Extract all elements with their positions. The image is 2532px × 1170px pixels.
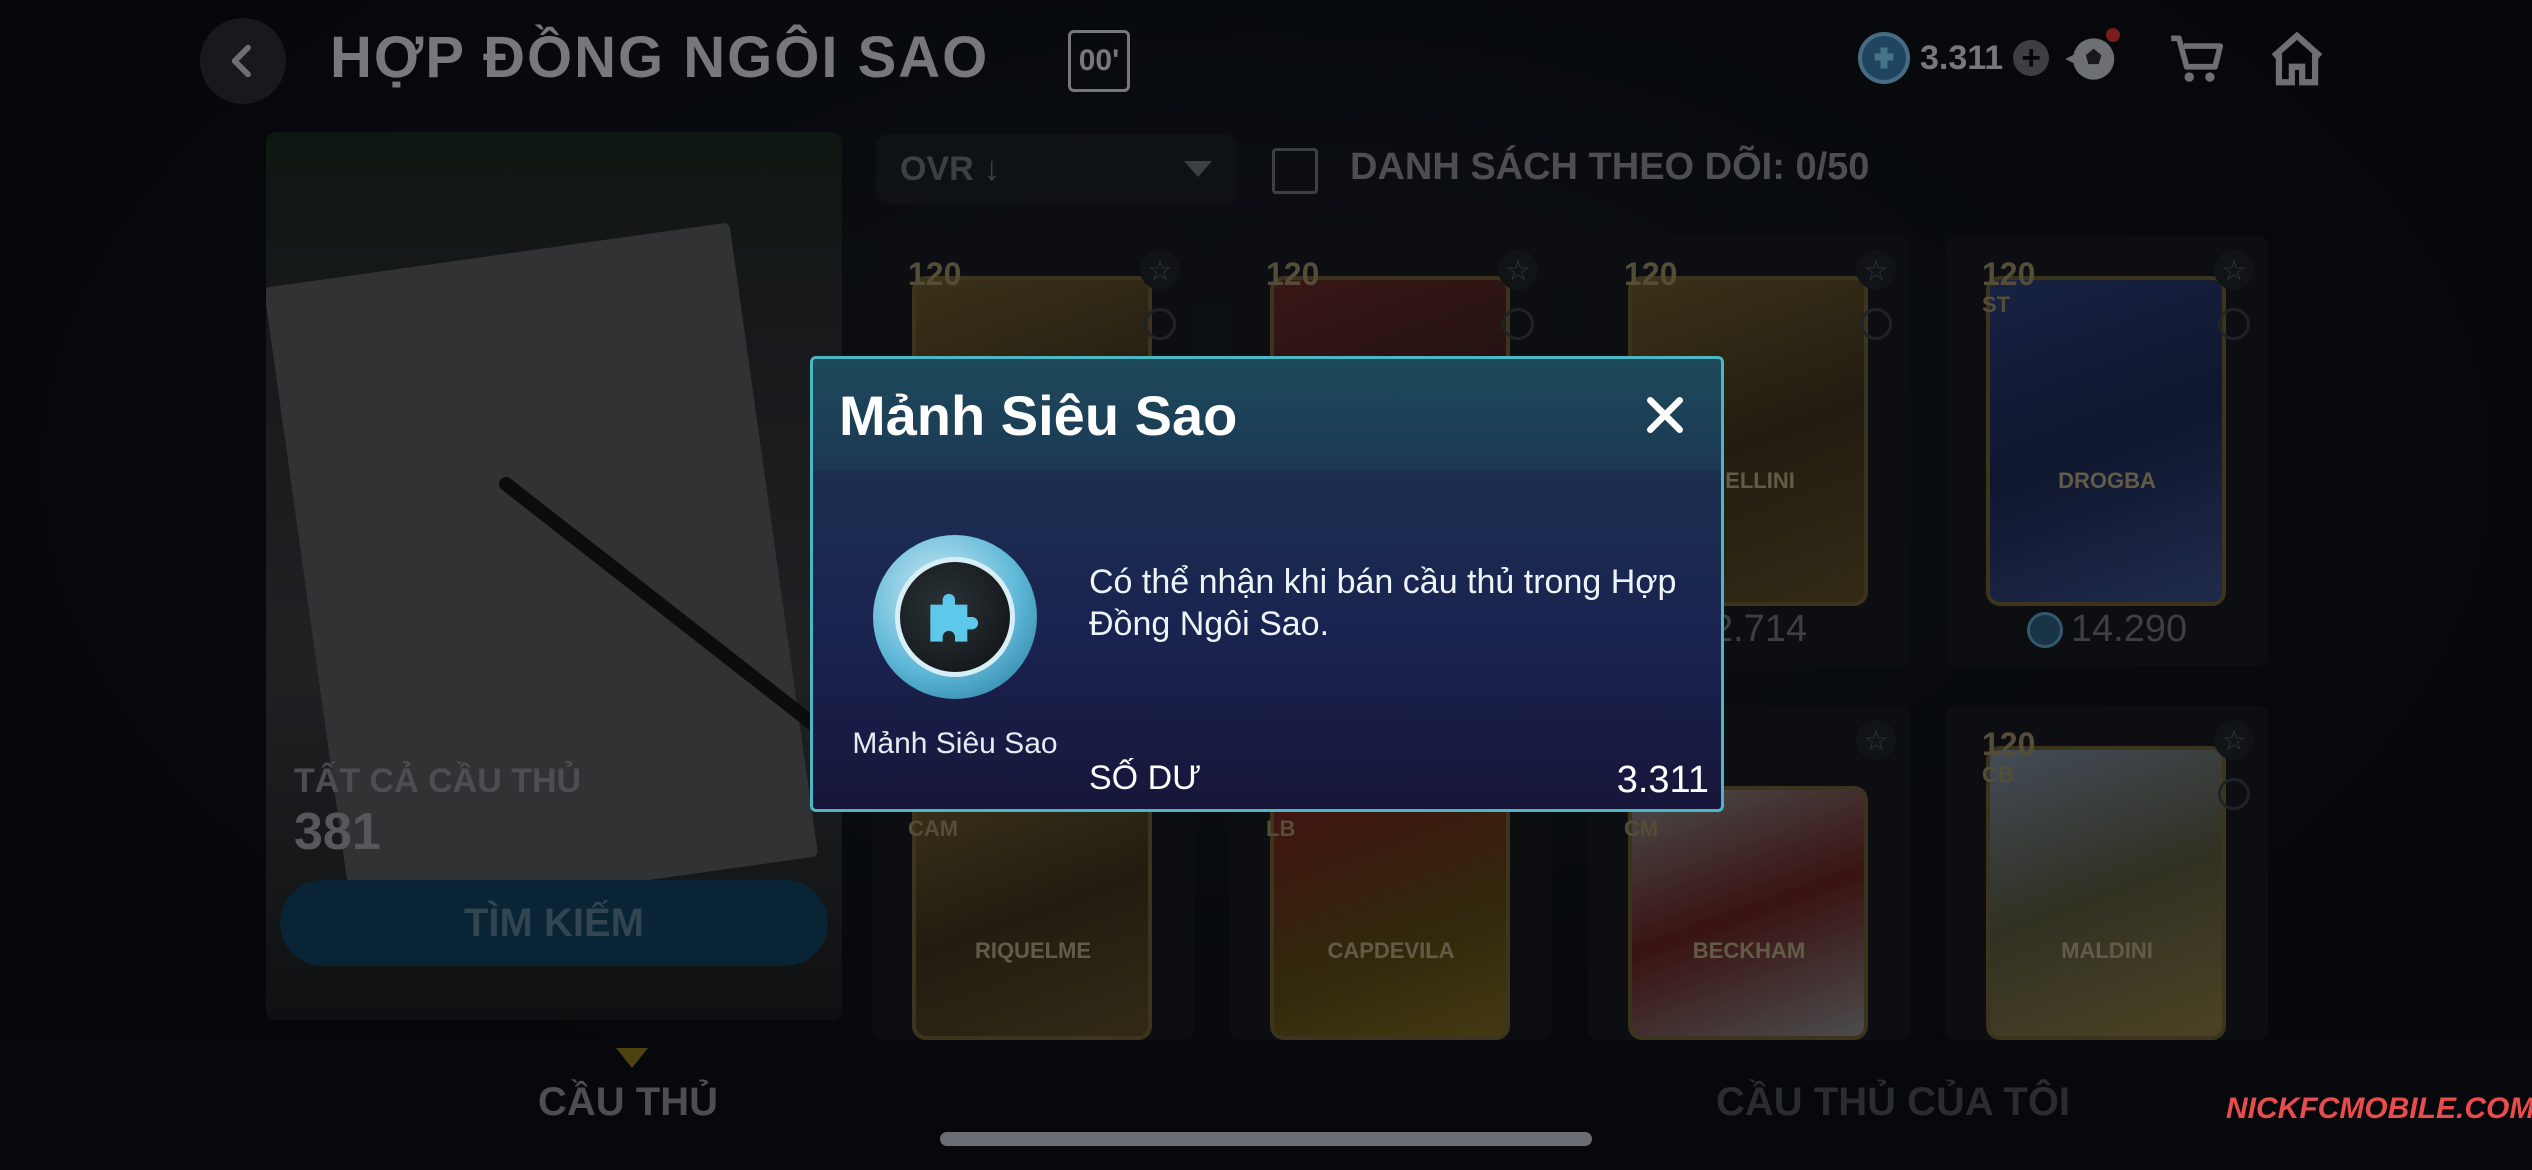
home-indicator[interactable]	[940, 1132, 1592, 1146]
close-icon	[1647, 397, 1683, 433]
close-button[interactable]	[1639, 389, 1691, 441]
puzzle-piece-icon	[930, 593, 979, 642]
icon-inner	[895, 557, 1015, 677]
item-label: Mảnh Siêu Sao	[852, 727, 1058, 760]
dialog-title: Mảnh Siêu Sao	[839, 384, 1238, 447]
watermark-logo: NICKFCMOBILE.COM	[2226, 1092, 2532, 1125]
balance-value: 3.311	[1616, 759, 1709, 801]
item-info-dialog: Mảnh Siêu Sao Mảnh Siêu Sao Có thể nhận …	[810, 356, 1724, 812]
superstar-shard-icon	[873, 535, 1037, 699]
item-description: Có thể nhận khi bán cầu thủ trong Hợp Đồ…	[1089, 563, 1677, 643]
balance-label: SỐ DƯ	[1089, 759, 1202, 797]
